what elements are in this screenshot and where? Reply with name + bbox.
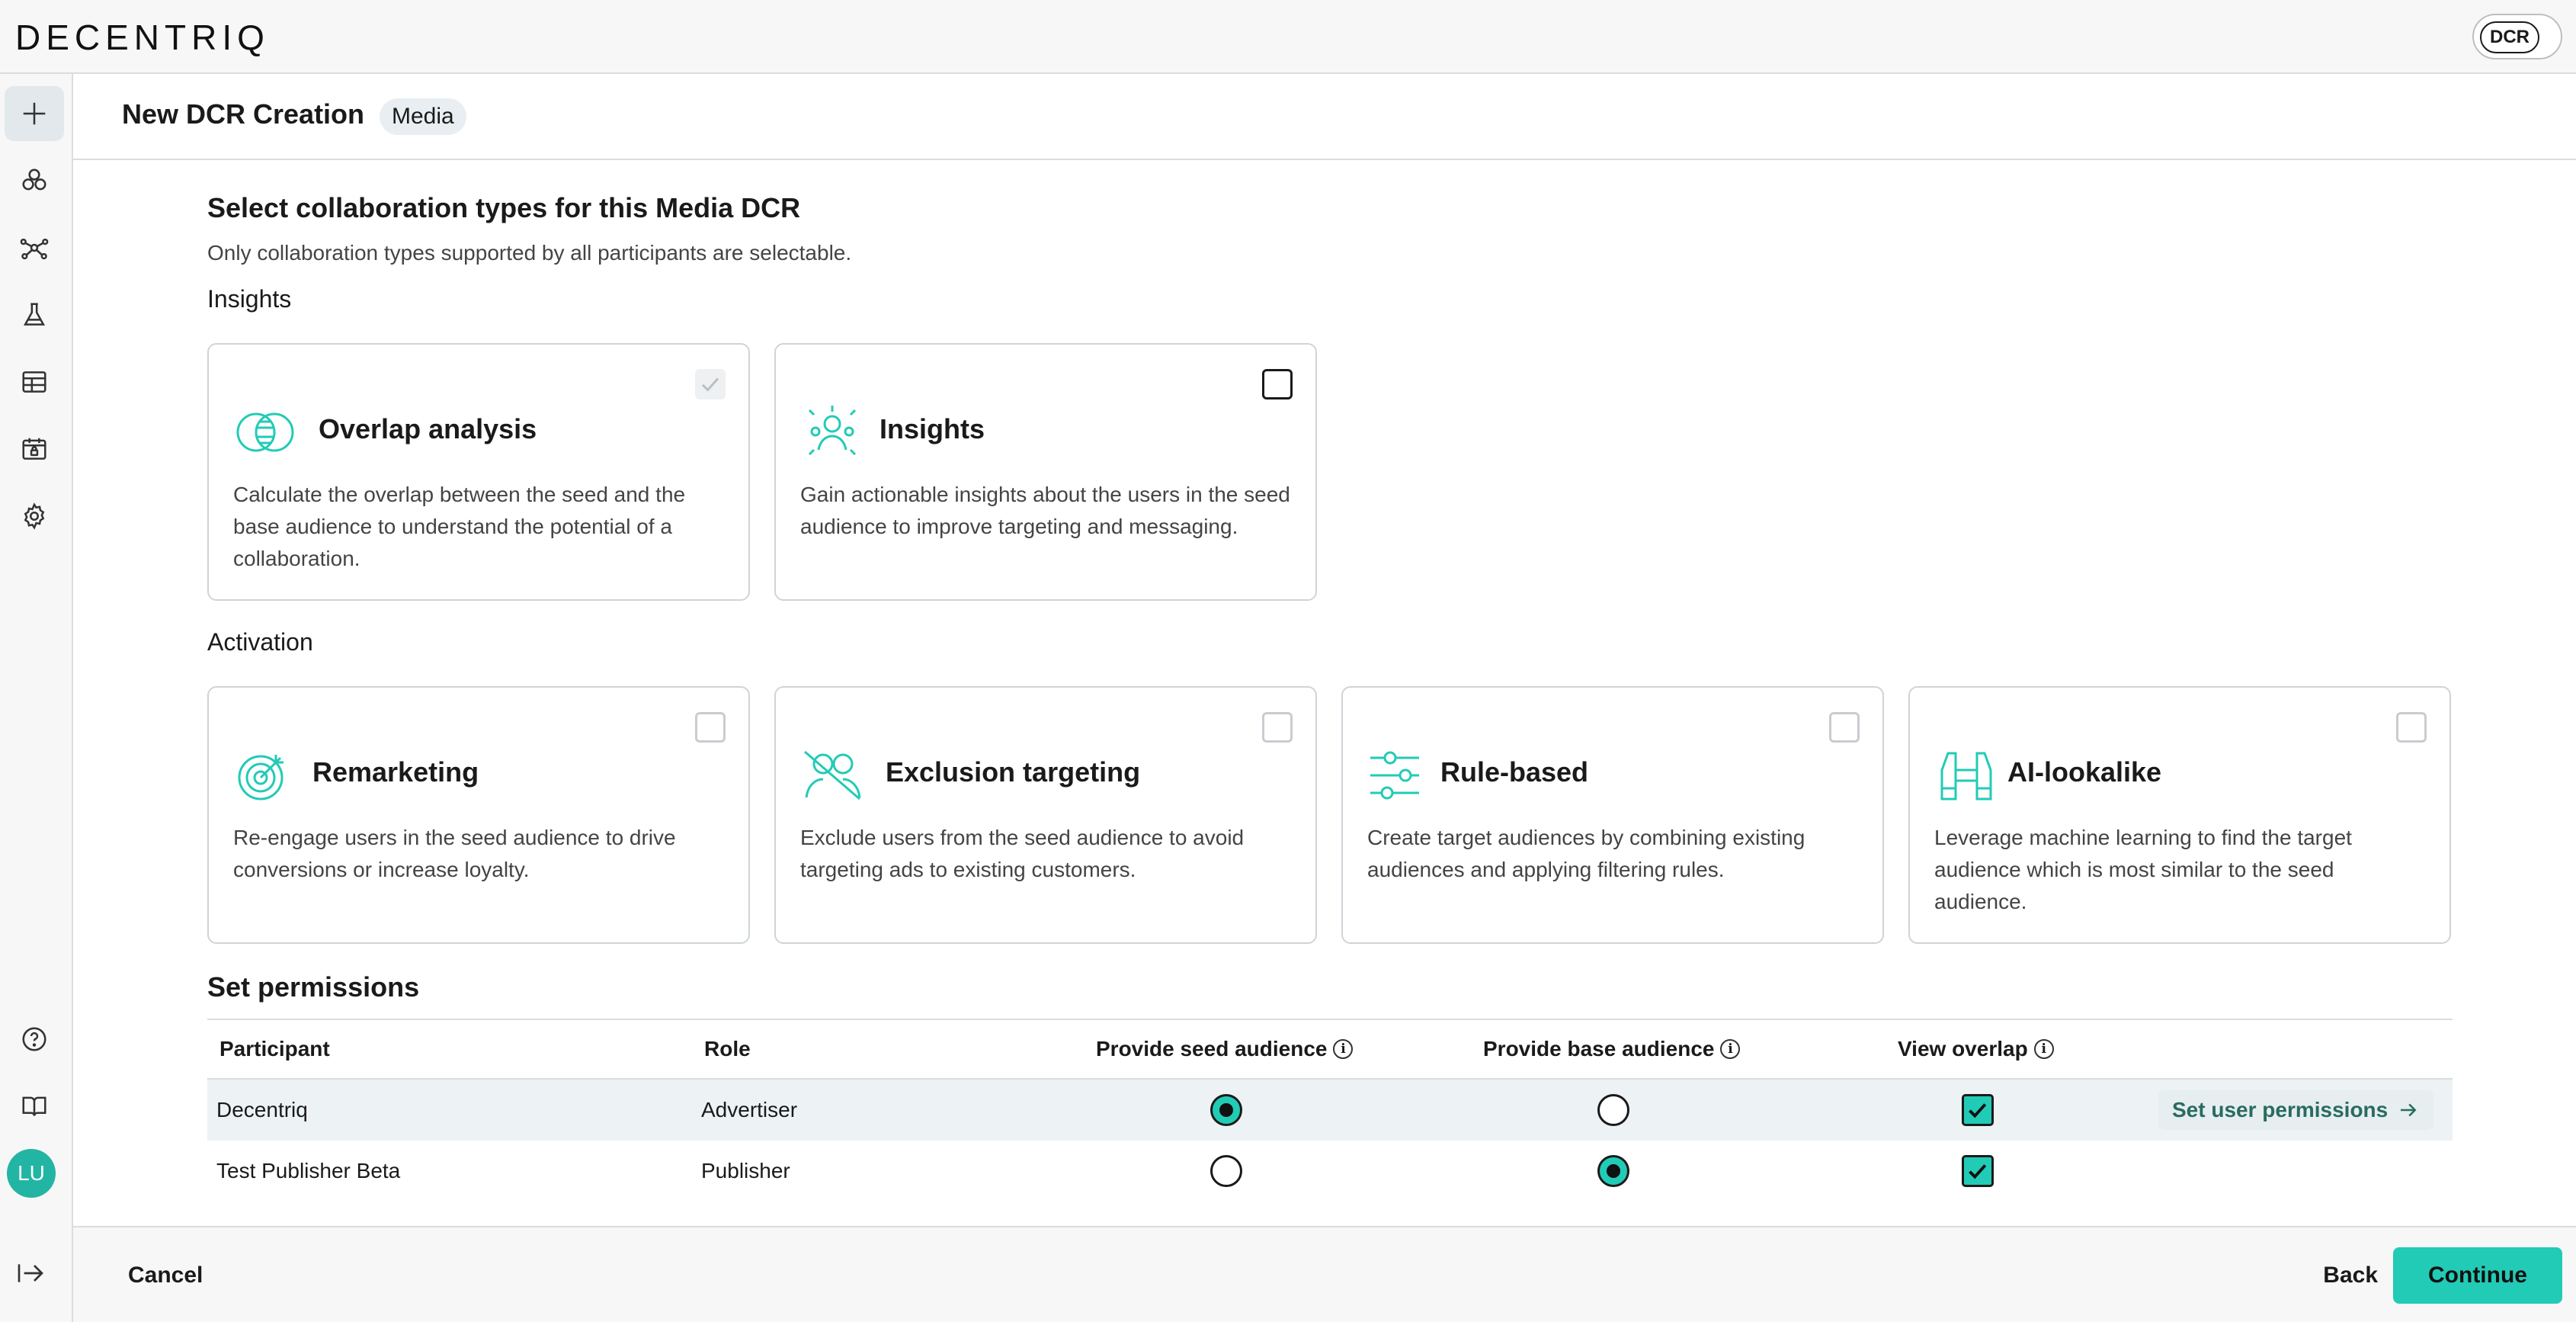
- card-title: Exclusion targeting: [886, 756, 1141, 788]
- continue-button[interactable]: Continue: [2393, 1247, 2562, 1304]
- footer-bar: Cancel Back Continue: [73, 1226, 2576, 1322]
- docs-button[interactable]: [5, 1079, 64, 1134]
- card-description: Gain actionable insights about the users…: [800, 483, 1290, 538]
- card-title: Insights: [879, 413, 985, 444]
- info-icon[interactable]: i: [2033, 1039, 2054, 1059]
- calendar-lock-icon: [22, 438, 46, 460]
- card-description: Create target audiences by combining exi…: [1367, 826, 1805, 881]
- set-user-permissions-link[interactable]: Set user permissions: [2158, 1090, 2434, 1130]
- activation-group-label: Activation: [207, 628, 313, 656]
- permissions-heading: Set permissions: [207, 971, 420, 1003]
- dcr-type-chip: Media: [380, 98, 466, 135]
- cancel-button[interactable]: Cancel: [113, 1255, 218, 1296]
- page-header: New DCR Creation Media: [73, 74, 2576, 160]
- plus-icon: [23, 102, 46, 125]
- app-logo: DECENTRIQ: [15, 18, 270, 57]
- col-role: Role: [704, 1037, 751, 1060]
- base-radio[interactable]: [1597, 1094, 1629, 1126]
- card-title: AI-lookalike: [2007, 756, 2162, 788]
- sidebar-item-lab[interactable]: [5, 287, 64, 342]
- participant-name: Decentriq: [216, 1098, 308, 1121]
- card-remarketing[interactable]: Remarketing Re-engage users in the seed …: [207, 686, 750, 944]
- dcr-badge: DCR: [2480, 21, 2539, 53]
- collab-subtitle: Only collaboration types supported by al…: [207, 241, 852, 265]
- overlap-icon: [233, 404, 297, 460]
- overlap-checkbox[interactable]: [1962, 1094, 1994, 1126]
- card-description: Re-engage users in the seed audience to …: [233, 826, 676, 881]
- collab-heading: Select collaboration types for this Medi…: [207, 192, 801, 223]
- cubes-icon: [22, 168, 46, 191]
- avatar[interactable]: LU: [7, 1149, 56, 1198]
- flask-icon: [23, 303, 46, 326]
- card-overlap-analysis[interactable]: Overlap analysis Calculate the overlap b…: [207, 343, 750, 601]
- card-title: Remarketing: [312, 756, 479, 788]
- help-button[interactable]: [5, 1012, 64, 1067]
- logout-icon[interactable]: [15, 1258, 46, 1288]
- target-icon: [233, 747, 297, 804]
- users-insights-icon: [800, 404, 864, 460]
- table-row: Test Publisher Beta Publisher: [207, 1141, 2453, 1202]
- page-title: New DCR Creation: [122, 98, 365, 130]
- gear-icon: [24, 502, 45, 530]
- overlap-checkbox: [695, 369, 726, 399]
- card-exclusion-targeting[interactable]: Exclusion targeting Exclude users from t…: [774, 686, 1317, 944]
- arrow-right-icon: [2401, 1103, 2417, 1117]
- seed-radio[interactable]: [1210, 1155, 1242, 1187]
- binoculars-icon: [1934, 747, 1998, 804]
- participant-role: Publisher: [701, 1159, 790, 1182]
- col-overlap: View overlap i: [1898, 1037, 2054, 1061]
- table-row: Decentriq Advertiser Set user permission…: [207, 1080, 2453, 1141]
- sidebar: LU: [0, 74, 73, 1322]
- card-title: Rule-based: [1440, 756, 1589, 788]
- col-seed: Provide seed audience i: [1096, 1037, 1354, 1061]
- ai-lookalike-checkbox[interactable]: [2396, 712, 2427, 743]
- card-description: Calculate the overlap between the seed a…: [233, 483, 686, 570]
- sidebar-item-connections[interactable]: [5, 220, 64, 275]
- new-dcr-button[interactable]: [5, 86, 64, 141]
- dcr-toggle[interactable]: DCR: [2472, 14, 2562, 59]
- col-base: Provide base audience i: [1483, 1037, 1741, 1061]
- permissions-table-header: Participant Role Provide seed audience i …: [207, 1019, 2453, 1080]
- top-bar: DECENTRIQ DCR: [0, 0, 2576, 74]
- exclude-users-icon: [800, 747, 864, 804]
- card-title: Overlap analysis: [319, 413, 537, 444]
- remarketing-checkbox[interactable]: [695, 712, 726, 743]
- card-description: Exclude users from the seed audience to …: [800, 826, 1245, 881]
- seed-radio[interactable]: [1210, 1094, 1242, 1126]
- sidebar-item-keychain[interactable]: [5, 422, 64, 476]
- insights-group-label: Insights: [207, 285, 292, 313]
- sidebar-item-settings[interactable]: [5, 489, 64, 544]
- participant-name: Test Publisher Beta: [216, 1159, 401, 1182]
- back-button[interactable]: Back: [2308, 1255, 2393, 1296]
- exclusion-checkbox[interactable]: [1262, 712, 1293, 743]
- table-icon: [22, 371, 46, 393]
- base-radio[interactable]: [1597, 1155, 1629, 1187]
- help-icon: [22, 1027, 46, 1051]
- overlap-checkbox[interactable]: [1962, 1155, 1994, 1187]
- network-icon: [20, 238, 49, 260]
- card-rule-based[interactable]: Rule-based Create target audiences by co…: [1341, 686, 1884, 944]
- sidebar-item-datarooms[interactable]: [5, 153, 64, 208]
- card-description: Leverage machine learning to find the ta…: [1934, 826, 2352, 913]
- col-participant: Participant: [219, 1037, 330, 1060]
- card-insights[interactable]: Insights Gain actionable insights about …: [774, 343, 1317, 601]
- card-ai-lookalike[interactable]: AI-lookalike Leverage machine learning t…: [1908, 686, 2451, 944]
- sliders-icon: [1367, 747, 1431, 804]
- info-icon[interactable]: i: [1720, 1039, 1741, 1059]
- info-icon[interactable]: i: [1333, 1039, 1354, 1059]
- sidebar-item-datasets[interactable]: [5, 355, 64, 409]
- book-icon: [22, 1096, 46, 1116]
- insights-checkbox[interactable]: [1262, 369, 1293, 399]
- rule-based-checkbox[interactable]: [1829, 712, 1860, 743]
- participant-role: Advertiser: [701, 1098, 798, 1121]
